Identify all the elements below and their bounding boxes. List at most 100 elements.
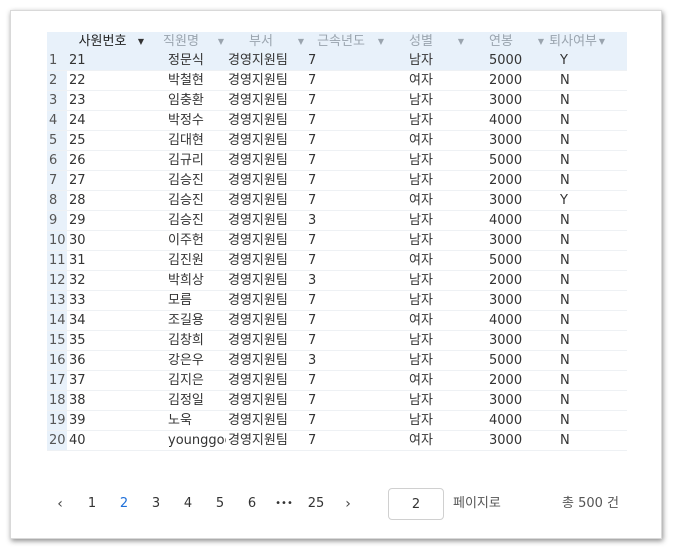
cell-years[interactable]: 7 [306,331,386,350]
cell-gender[interactable]: 여자 [386,191,466,210]
table-row[interactable]: 12 32 박희상 경영지원팀 3 남자 2000 N [47,271,627,291]
cell-salary[interactable]: 2000 [466,271,546,290]
cell-retired[interactable]: N [546,271,607,290]
cell-years[interactable]: 7 [306,171,386,190]
cell-years[interactable]: 7 [306,151,386,170]
cell-retired[interactable]: N [546,391,607,410]
table-row[interactable]: 5 25 김대현 경영지원팀 7 여자 3000 N [47,131,627,151]
cell-dept[interactable]: 경영지원팀 [226,51,306,70]
cell-years[interactable]: 3 [306,211,386,230]
table-row[interactable]: 14 34 조길용 경영지원팀 7 여자 4000 N [47,311,627,331]
cell-salary[interactable]: 3000 [466,431,546,450]
cell-dept[interactable]: 경영지원팀 [226,391,306,410]
cell-name[interactable]: 박정수 [146,111,226,130]
table-row[interactable]: 10 30 이주헌 경영지원팀 7 남자 3000 N [47,231,627,251]
cell-years[interactable]: 7 [306,291,386,310]
table-row[interactable]: 3 23 임충환 경영지원팀 7 남자 3000 N [47,91,627,111]
cell-gender[interactable]: 남자 [386,351,466,370]
cell-gender[interactable]: 남자 [386,231,466,250]
cell-salary[interactable]: 5000 [466,351,546,370]
cell-gender[interactable]: 여자 [386,311,466,330]
cell-retired[interactable]: N [546,351,607,370]
cell-salary[interactable]: 3000 [466,131,546,150]
cell-dept[interactable]: 경영지원팀 [226,191,306,210]
cell-salary[interactable]: 4000 [466,111,546,130]
cell-retired[interactable]: N [546,71,607,90]
table-row[interactable]: 6 26 김규리 경영지원팀 7 남자 5000 N [47,151,627,171]
cell-retired[interactable]: N [546,131,607,150]
cell-name[interactable]: 김규리 [146,151,226,170]
cell-retired[interactable]: N [546,171,607,190]
cell-salary[interactable]: 4000 [466,311,546,330]
sort-caret-icon[interactable]: ▼ [599,32,605,51]
sort-caret-icon[interactable]: ▼ [218,32,224,51]
cell-dept[interactable]: 경영지원팀 [226,271,306,290]
cell-dept[interactable]: 경영지원팀 [226,431,306,450]
cell-retired[interactable]: N [546,291,607,310]
cell-name[interactable]: 김승진 [146,191,226,210]
cell-employee-id[interactable]: 37 [67,371,146,390]
cell-retired[interactable]: N [546,251,607,270]
cell-dept[interactable]: 경영지원팀 [226,231,306,250]
sort-caret-icon[interactable]: ▼ [298,32,304,51]
sort-caret-icon[interactable]: ▼ [378,32,384,51]
cell-years[interactable]: 3 [306,271,386,290]
cell-salary[interactable]: 5000 [466,251,546,270]
more-pages-ellipsis[interactable]: ••• [272,488,296,520]
cell-retired[interactable]: N [546,371,607,390]
cell-dept[interactable]: 경영지원팀 [226,411,306,430]
cell-retired[interactable]: N [546,111,607,130]
cell-retired[interactable]: Y [546,51,607,70]
cell-employee-id[interactable]: 21 [67,51,146,70]
cell-employee-id[interactable]: 24 [67,111,146,130]
cell-name[interactable]: 김지은 [146,371,226,390]
table-row[interactable]: 18 38 김정일 경영지원팀 7 남자 3000 N [47,391,627,411]
column-header-salary[interactable]: 연봉 ▼ [466,32,546,51]
cell-salary[interactable]: 3000 [466,91,546,110]
cell-employee-id[interactable]: 31 [67,251,146,270]
cell-retired[interactable]: Y [546,191,607,210]
cell-dept[interactable]: 경영지원팀 [226,71,306,90]
table-row[interactable]: 9 29 김승진 경영지원팀 3 남자 4000 N [47,211,627,231]
cell-gender[interactable]: 남자 [386,151,466,170]
cell-salary[interactable]: 5000 [466,151,546,170]
cell-dept[interactable]: 경영지원팀 [226,131,306,150]
cell-name[interactable]: younggoo [146,431,226,450]
cell-years[interactable]: 7 [306,431,386,450]
page-3-button[interactable]: 3 [144,488,168,520]
cell-gender[interactable]: 남자 [386,211,466,230]
column-header-employee-id[interactable]: 사원번호 ▼ [67,32,146,51]
page-2-button[interactable]: 2 [112,488,136,520]
page-6-button[interactable]: 6 [240,488,264,520]
cell-employee-id[interactable]: 23 [67,91,146,110]
cell-retired[interactable]: N [546,431,607,450]
cell-years[interactable]: 7 [306,71,386,90]
cell-salary[interactable]: 3000 [466,231,546,250]
cell-dept[interactable]: 경영지원팀 [226,311,306,330]
cell-years[interactable]: 7 [306,51,386,70]
table-row[interactable]: 2 22 박철현 경영지원팀 7 여자 2000 N [47,71,627,91]
cell-years[interactable]: 7 [306,251,386,270]
cell-employee-id[interactable]: 36 [67,351,146,370]
cell-name[interactable]: 강은우 [146,351,226,370]
cell-name[interactable]: 김진원 [146,251,226,270]
cell-years[interactable]: 7 [306,231,386,250]
cell-name[interactable]: 김승진 [146,211,226,230]
table-row[interactable]: 11 31 김진원 경영지원팀 7 여자 5000 N [47,251,627,271]
cell-retired[interactable]: N [546,411,607,430]
cell-years[interactable]: 7 [306,91,386,110]
table-row[interactable]: 1 21 정문식 경영지원팀 7 남자 5000 Y [47,51,627,71]
cell-name[interactable]: 김대현 [146,131,226,150]
cell-employee-id[interactable]: 28 [67,191,146,210]
column-header-years[interactable]: 근속년도 ▼ [306,32,386,51]
table-row[interactable]: 19 39 노욱 경영지원팀 7 남자 4000 N [47,411,627,431]
cell-name[interactable]: 임충환 [146,91,226,110]
next-page-button[interactable]: › [336,488,360,520]
prev-page-button[interactable]: ‹ [48,488,72,520]
cell-retired[interactable]: N [546,91,607,110]
column-header-retired[interactable]: 퇴사여부 ▼ [546,32,607,51]
cell-gender[interactable]: 남자 [386,391,466,410]
cell-years[interactable]: 7 [306,311,386,330]
cell-name[interactable]: 노욱 [146,411,226,430]
cell-name[interactable]: 정문식 [146,51,226,70]
